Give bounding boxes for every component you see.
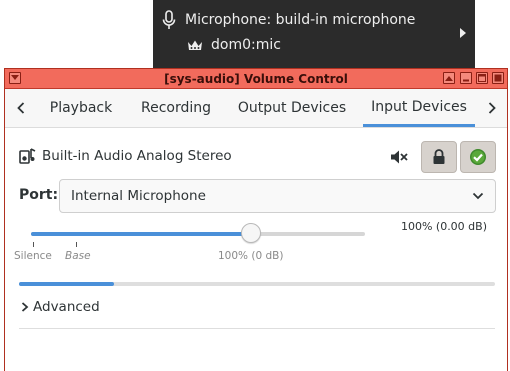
mute-toggle-icon[interactable] — [390, 148, 408, 166]
tab-input-devices[interactable]: Input Devices — [363, 89, 475, 127]
window-titlebar[interactable]: [sys-audio] Volume Control — [5, 69, 507, 89]
tab-scroll-right-button[interactable] — [480, 89, 504, 127]
audio-device-popup[interactable]: Microphone: build-in microphone dom0:mic — [153, 0, 475, 68]
minimize-icon — [463, 79, 469, 82]
lock-channels-button[interactable] — [421, 141, 457, 173]
tab-scroll-left-button[interactable] — [9, 89, 33, 127]
set-default-button[interactable] — [460, 141, 496, 173]
port-selected-value: Internal Microphone — [71, 188, 206, 204]
volume-control-window: [sys-audio] Volume Control Playback Reco… — [4, 68, 508, 371]
tick-base — [76, 242, 77, 247]
maximize-icon — [478, 74, 486, 82]
lock-icon — [433, 149, 445, 164]
device-header: Built-in Audio Analog Stereo — [19, 143, 232, 169]
port-label: Port: — [19, 187, 59, 203]
microphone-icon — [162, 10, 176, 29]
tab-output-devices[interactable]: Output Devices — [235, 89, 349, 127]
level-meter — [19, 282, 495, 286]
volume-slider-track[interactable] — [31, 232, 365, 236]
chevron-down-icon — [11, 75, 19, 80]
window-title: [sys-audio] Volume Control — [164, 71, 348, 86]
window-minimize-button[interactable] — [460, 72, 472, 84]
level-meter-fill — [19, 282, 115, 286]
chevron-right-icon[interactable] — [459, 27, 467, 39]
popup-device-label: Microphone: build-in microphone — [185, 12, 416, 28]
chevron-right-icon — [21, 302, 29, 312]
window-menu-button[interactable] — [9, 72, 21, 84]
window-sticky-button[interactable] — [443, 72, 455, 84]
chevron-left-icon — [17, 102, 25, 114]
tab-bar: Playback Recording Output Devices Input … — [5, 89, 507, 128]
advanced-label: Advanced — [33, 299, 100, 315]
arrow-up-icon — [445, 75, 453, 81]
popup-vm-label: dom0:mic — [211, 37, 281, 53]
device-name: Built-in Audio Analog Stereo — [42, 148, 232, 164]
volume-readout: 100% (0.00 dB) — [400, 220, 487, 233]
window-close-button[interactable] — [492, 72, 504, 84]
chevron-right-icon — [488, 102, 496, 114]
chevron-down-icon — [472, 192, 484, 200]
audio-card-icon — [19, 148, 36, 164]
popup-vm-row: dom0:mic — [187, 35, 281, 55]
tab-playback[interactable]: Playback — [43, 89, 119, 127]
close-icon — [494, 74, 502, 82]
advanced-expander[interactable]: Advanced — [21, 298, 100, 316]
crown-icon — [188, 40, 202, 50]
check-circle-icon — [470, 149, 486, 165]
tick-silence — [33, 242, 34, 247]
port-dropdown[interactable]: Internal Microphone — [59, 179, 496, 213]
tab-recording[interactable]: Recording — [135, 89, 217, 127]
popup-device-row[interactable]: Microphone: build-in microphone — [161, 9, 415, 31]
window-maximize-button[interactable] — [476, 72, 488, 84]
tick-label-base: Base — [65, 250, 91, 262]
divider — [19, 328, 495, 329]
tick-label-100: 100% (0 dB) — [218, 250, 284, 262]
volume-slider-fill — [31, 232, 251, 236]
tick-label-silence: Silence — [14, 250, 52, 262]
volume-slider-handle[interactable] — [241, 223, 261, 243]
